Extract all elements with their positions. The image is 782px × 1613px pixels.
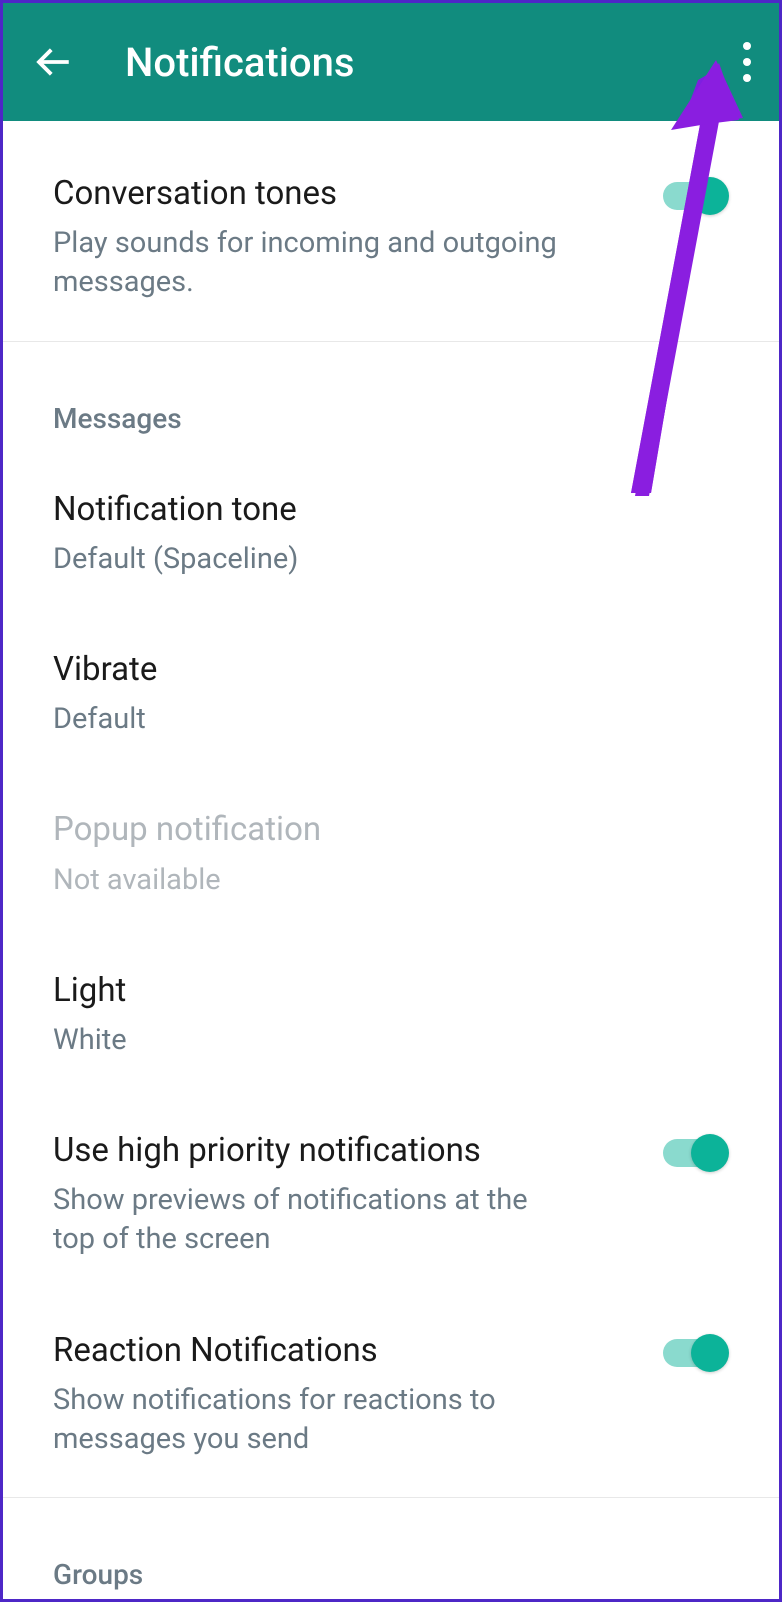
setting-title: Conversation tones	[53, 173, 641, 214]
conversation-tones-row[interactable]: Conversation tones Play sounds for incom…	[3, 121, 779, 341]
setting-title: Notification tone	[53, 489, 729, 530]
light-row[interactable]: Light White	[3, 938, 779, 1098]
popup-notification-row: Popup notification Not available	[3, 777, 779, 937]
setting-title: Use high priority notifications	[53, 1130, 573, 1171]
setting-text: Notification tone Default (Spaceline)	[53, 489, 729, 579]
setting-subtitle: Show previews of notifications at the to…	[53, 1181, 573, 1259]
settings-content: Conversation tones Play sounds for incom…	[3, 121, 779, 1613]
setting-title: Popup notification	[53, 809, 729, 850]
setting-text: Reaction Notifications Show notification…	[53, 1330, 573, 1460]
setting-title: Reaction Notifications	[53, 1330, 573, 1371]
messages-section-header: Messages	[3, 342, 779, 457]
setting-subtitle: Not available	[53, 861, 729, 900]
menu-dot-icon	[743, 42, 751, 50]
toggle-thumb	[691, 1334, 729, 1372]
toggle-thumb	[691, 1134, 729, 1172]
setting-text: Use high priority notifications Show pre…	[53, 1130, 573, 1260]
setting-subtitle: White	[53, 1021, 729, 1060]
back-button[interactable]	[23, 32, 83, 92]
reaction-notifications-row[interactable]: Reaction Notifications Show notification…	[3, 1298, 779, 1498]
setting-text: Conversation tones Play sounds for incom…	[53, 173, 641, 303]
page-title: Notifications	[125, 39, 354, 86]
setting-text: Vibrate Default	[53, 649, 729, 739]
setting-subtitle: Show notifications for reactions to mess…	[53, 1381, 573, 1459]
setting-text: Popup notification Not available	[53, 809, 729, 899]
setting-text: Light White	[53, 970, 729, 1060]
groups-section-header: Groups	[3, 1498, 779, 1613]
conversation-tones-toggle[interactable]	[661, 177, 729, 215]
menu-dot-icon	[743, 58, 751, 66]
setting-title: Vibrate	[53, 649, 729, 690]
setting-subtitle: Default (Spaceline)	[53, 540, 729, 579]
toggle-thumb	[691, 177, 729, 215]
high-priority-row[interactable]: Use high priority notifications Show pre…	[3, 1098, 779, 1298]
high-priority-toggle[interactable]	[661, 1134, 729, 1172]
notification-tone-row[interactable]: Notification tone Default (Spaceline)	[3, 457, 779, 617]
setting-subtitle: Play sounds for incoming and outgoing me…	[53, 224, 641, 302]
setting-title: Light	[53, 970, 729, 1011]
more-options-button[interactable]	[743, 42, 751, 82]
setting-subtitle: Default	[53, 700, 729, 739]
app-header: Notifications	[3, 3, 779, 121]
vibrate-row[interactable]: Vibrate Default	[3, 617, 779, 777]
reaction-notifications-toggle[interactable]	[661, 1334, 729, 1372]
menu-dot-icon	[743, 74, 751, 82]
